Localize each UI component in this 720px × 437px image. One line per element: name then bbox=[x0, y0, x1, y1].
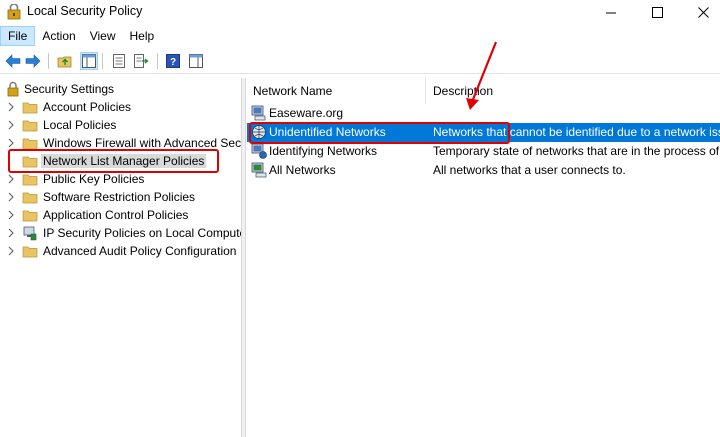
tree-item-local-policies[interactable]: Local Policies bbox=[0, 116, 241, 134]
network-description: Temporary state of networks that are in … bbox=[433, 144, 720, 158]
svg-text:?: ? bbox=[170, 57, 176, 68]
network-name: Easeware.org bbox=[269, 106, 344, 120]
toolbar: ? bbox=[0, 47, 720, 74]
column-divider[interactable] bbox=[425, 78, 426, 104]
properties-button[interactable] bbox=[110, 52, 128, 70]
tree-item-label: Application Control Policies bbox=[43, 208, 189, 222]
help-button[interactable]: ? bbox=[164, 52, 182, 70]
chevron-right-icon[interactable] bbox=[7, 138, 15, 148]
chevron-right-icon[interactable] bbox=[7, 102, 15, 112]
export-list-button[interactable] bbox=[133, 52, 151, 70]
folder-icon bbox=[22, 174, 38, 186]
show-hide-tree-icon bbox=[82, 54, 96, 68]
tree-item-label: Local Policies bbox=[43, 118, 117, 132]
tree-item-advanced-audit-policy[interactable]: Advanced Audit Policy Configuration bbox=[0, 242, 241, 260]
close-button[interactable] bbox=[680, 0, 720, 24]
close-icon bbox=[697, 6, 709, 18]
all-networks-icon bbox=[251, 162, 267, 178]
tree-root-security-settings[interactable]: Security Settings bbox=[0, 80, 241, 98]
show-hide-action-pane-button[interactable] bbox=[187, 52, 205, 70]
folder-icon bbox=[22, 120, 38, 132]
network-name: Identifying Networks bbox=[269, 144, 378, 158]
chevron-right-icon[interactable] bbox=[7, 210, 15, 220]
action-pane-icon bbox=[189, 54, 203, 68]
chevron-right-icon[interactable] bbox=[7, 174, 15, 184]
local-security-policy-icon bbox=[7, 4, 21, 20]
ip-security-icon bbox=[23, 226, 37, 241]
tree-item-label: Advanced Audit Policy Configuration bbox=[43, 244, 237, 258]
maximize-icon bbox=[651, 6, 663, 18]
folder-icon bbox=[22, 102, 38, 114]
menu-file[interactable]: File bbox=[0, 26, 36, 46]
forward-arrow-icon bbox=[25, 54, 41, 68]
toolbar-separator bbox=[157, 53, 158, 69]
chevron-right-icon[interactable] bbox=[7, 228, 15, 238]
tree-item-ip-security-policies[interactable]: IP Security Policies on Local Computer bbox=[0, 224, 242, 242]
tree-item-label: IP Security Policies on Local Computer bbox=[43, 226, 242, 240]
folder-icon bbox=[22, 192, 38, 204]
window-title: Local Security Policy bbox=[27, 4, 143, 18]
console-tree: Security Settings Account Policies Local… bbox=[0, 78, 242, 437]
tree-item-software-restriction-policies[interactable]: Software Restriction Policies bbox=[0, 188, 241, 206]
chevron-right-icon[interactable] bbox=[7, 192, 15, 202]
identifying-network-icon bbox=[251, 143, 267, 159]
menu-bar: File Action View Help bbox=[0, 26, 720, 46]
maximize-button[interactable] bbox=[634, 0, 680, 24]
network-name: All Networks bbox=[269, 163, 336, 177]
security-settings-icon bbox=[7, 81, 19, 97]
folder-icon bbox=[22, 246, 38, 258]
network-description: All networks that a user connects to. bbox=[433, 163, 626, 177]
export-list-icon bbox=[134, 54, 149, 68]
menu-action[interactable]: Action bbox=[35, 26, 82, 46]
back-arrow-icon bbox=[5, 54, 21, 68]
back-button[interactable] bbox=[4, 52, 22, 70]
forward-button[interactable] bbox=[24, 52, 42, 70]
menu-help[interactable]: Help bbox=[123, 26, 162, 46]
annotation-arrow-icon bbox=[466, 41, 498, 110]
toolbar-separator bbox=[48, 53, 49, 69]
help-icon: ? bbox=[166, 54, 180, 68]
tree-item-account-policies[interactable]: Account Policies bbox=[0, 98, 241, 116]
chevron-right-icon[interactable] bbox=[7, 246, 15, 256]
annotation-highlight-list-row bbox=[249, 122, 510, 144]
tree-item-label: Security Settings bbox=[24, 82, 115, 96]
up-one-level-button[interactable] bbox=[56, 52, 74, 70]
properties-icon bbox=[113, 54, 125, 68]
menu-view[interactable]: View bbox=[83, 26, 123, 46]
tree-item-label: Public Key Policies bbox=[43, 172, 145, 186]
annotation-highlight-tree-item bbox=[8, 149, 219, 173]
toolbar-separator bbox=[102, 53, 103, 69]
title-bar: Local Security Policy bbox=[0, 0, 720, 26]
tree-item-application-control-policies[interactable]: Application Control Policies bbox=[0, 206, 241, 224]
tree-item-label: Software Restriction Policies bbox=[43, 190, 196, 204]
list-row-all-networks[interactable]: All Networks All networks that a user co… bbox=[247, 161, 720, 180]
column-header-network-name[interactable]: Network Name bbox=[253, 78, 332, 104]
up-folder-icon bbox=[57, 56, 72, 68]
network-icon bbox=[251, 105, 266, 121]
tree-item-label: Account Policies bbox=[43, 100, 132, 114]
minimize-button[interactable] bbox=[588, 0, 634, 24]
pane-splitter[interactable] bbox=[242, 78, 246, 437]
chevron-right-icon[interactable] bbox=[7, 120, 15, 130]
minimize-icon bbox=[605, 12, 616, 13]
list-row-identifying-networks[interactable]: Identifying Networks Temporary state of … bbox=[247, 142, 720, 161]
tree-item-label: Windows Firewall with Advanced Security bbox=[43, 136, 242, 150]
folder-icon bbox=[22, 210, 38, 222]
show-hide-console-tree-button[interactable] bbox=[80, 52, 98, 70]
